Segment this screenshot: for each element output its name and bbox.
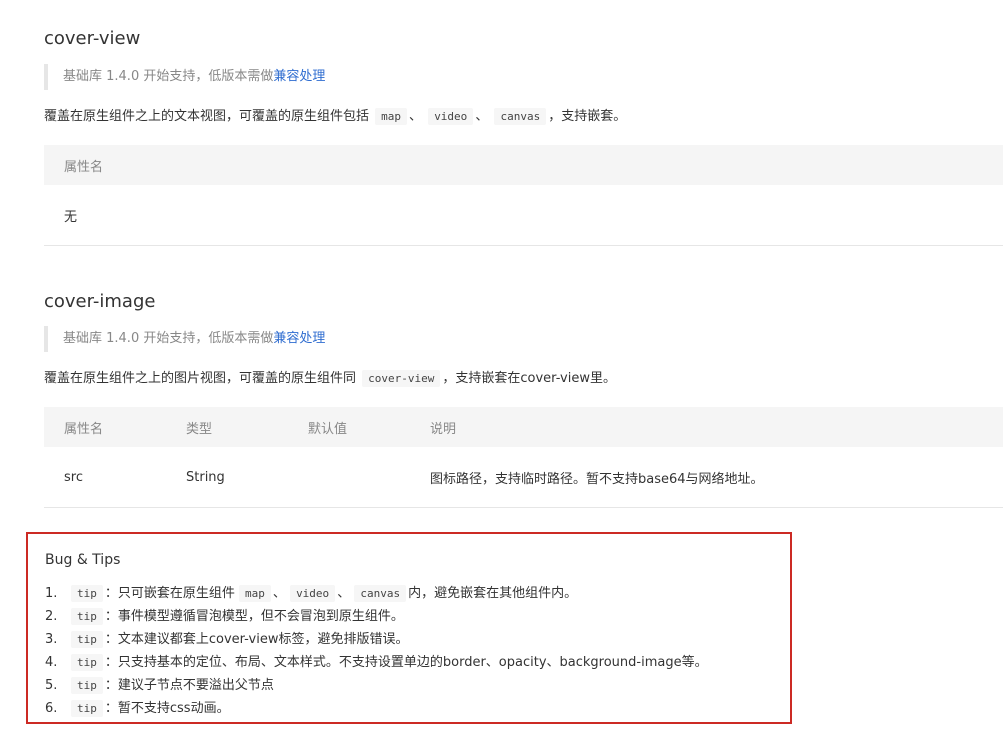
list-item: 1. tip ：只可嵌套在原生组件 map、 video、 canvas 内，避免嵌套… bbox=[45, 582, 708, 605]
list-item: 4. tip ：只支持基本的定位、布局、文本样式。不支持设置单边的border、op… bbox=[45, 651, 708, 674]
cover-image-title: cover-image bbox=[44, 291, 156, 312]
bug-tips-title: Bug & Tips bbox=[45, 552, 121, 568]
version-note-text: 基础库 1.4.0 开始支持，低版本需做 bbox=[63, 69, 274, 84]
code-video: video bbox=[428, 108, 474, 125]
cell-type: String bbox=[166, 447, 288, 508]
cell-description: 图标路径，支持临时路径。暂不支持base64与网络地址。 bbox=[410, 447, 1003, 508]
tips-list: 1. tip ：只可嵌套在原生组件 map、 video、 canvas 内，避免嵌套… bbox=[45, 582, 708, 720]
code-tip: tip bbox=[71, 700, 103, 717]
code-tip: tip bbox=[71, 631, 103, 648]
description-text: ，支持嵌套在cover-view里。 bbox=[442, 371, 616, 386]
item-number: 2. bbox=[45, 609, 58, 624]
cover-image-props-table: 属性名 类型 默认值 说明 src String 图标路径，支持临时路径。暂不支… bbox=[44, 407, 1003, 508]
compat-link[interactable]: 兼容处理 bbox=[273, 331, 325, 346]
separator: 、 bbox=[272, 586, 286, 601]
tip-text: ：只支持基本的定位、布局、文本样式。不支持设置单边的border、opacity… bbox=[104, 655, 708, 670]
description-text: 覆盖在原生组件之上的文本视图，可覆盖的原生组件包括 bbox=[44, 109, 370, 124]
table-header-row: 属性名 类型 默认值 说明 bbox=[44, 407, 1003, 447]
list-item: 3. tip ：文本建议都套上cover-view标签，避免排版错误。 bbox=[45, 628, 708, 651]
cell-none: 无 bbox=[44, 185, 1003, 246]
code-map: map bbox=[239, 585, 271, 602]
item-number: 3. bbox=[45, 632, 58, 647]
bug-tips-box: Bug & Tips 1. tip ：只可嵌套在原生组件 map、 video、 c… bbox=[26, 532, 792, 724]
cell-attr-name: src bbox=[44, 447, 166, 508]
code-map: map bbox=[375, 108, 408, 125]
code-cover-view: cover-view bbox=[362, 370, 441, 387]
table-row: src String 图标路径，支持临时路径。暂不支持base64与网络地址。 bbox=[44, 447, 1003, 508]
cover-image-version-note: 基础库 1.4.0 开始支持，低版本需做兼容处理 bbox=[44, 326, 325, 352]
separator: 、 bbox=[337, 586, 351, 601]
code-tip: tip bbox=[71, 654, 103, 671]
list-item: 2. tip ：事件模型遵循冒泡模型，但不会冒泡到原生组件。 bbox=[45, 605, 708, 628]
code-tip: tip bbox=[71, 608, 103, 625]
separator: 、 bbox=[409, 109, 423, 124]
header-type: 类型 bbox=[166, 407, 288, 447]
code-canvas: canvas bbox=[354, 585, 407, 602]
item-number: 6. bbox=[45, 701, 58, 716]
tip-text: ：文本建议都套上cover-view标签，避免排版错误。 bbox=[104, 632, 409, 647]
header-default: 默认值 bbox=[288, 407, 410, 447]
cover-view-version-note: 基础库 1.4.0 开始支持，低版本需做兼容处理 bbox=[44, 64, 325, 90]
item-number: 1. bbox=[45, 586, 58, 601]
item-number: 4. bbox=[45, 655, 58, 670]
tip-text: 内，避免嵌套在其他组件内。 bbox=[408, 586, 578, 601]
table-row: 无 bbox=[44, 185, 1003, 246]
header-attr-name: 属性名 bbox=[44, 407, 166, 447]
code-tip: tip bbox=[71, 585, 103, 602]
code-canvas: canvas bbox=[494, 108, 547, 125]
cell-default bbox=[288, 447, 410, 508]
cover-view-description: 覆盖在原生组件之上的文本视图，可覆盖的原生组件包括 map、 video、 ca… bbox=[44, 107, 626, 127]
item-number: 5. bbox=[45, 678, 58, 693]
header-attr-name: 属性名 bbox=[44, 145, 1003, 185]
tip-text: ：只可嵌套在原生组件 bbox=[104, 586, 235, 601]
description-text: ，支持嵌套。 bbox=[548, 109, 627, 124]
description-text: 覆盖在原生组件之上的图片视图，可覆盖的原生组件同 bbox=[44, 371, 357, 386]
compat-link[interactable]: 兼容处理 bbox=[273, 69, 325, 84]
list-item: 6. tip ：暂不支持css动画。 bbox=[45, 697, 708, 720]
header-description: 说明 bbox=[410, 407, 1003, 447]
code-video: video bbox=[290, 585, 336, 602]
tip-text: ：事件模型遵循冒泡模型，但不会冒泡到原生组件。 bbox=[104, 609, 404, 624]
cover-image-description: 覆盖在原生组件之上的图片视图，可覆盖的原生组件同 cover-view ，支持嵌套… bbox=[44, 369, 616, 389]
code-tip: tip bbox=[71, 677, 103, 694]
table-header-row: 属性名 bbox=[44, 145, 1003, 185]
list-item: 5. tip ：建议子节点不要溢出父节点 bbox=[45, 674, 708, 697]
tip-text: ：建议子节点不要溢出父节点 bbox=[104, 678, 274, 693]
separator: 、 bbox=[475, 109, 489, 124]
tip-text: ：暂不支持css动画。 bbox=[104, 701, 230, 716]
cover-view-props-table: 属性名 无 bbox=[44, 145, 1003, 246]
cover-view-title: cover-view bbox=[44, 28, 141, 49]
version-note-text: 基础库 1.4.0 开始支持，低版本需做 bbox=[63, 331, 274, 346]
